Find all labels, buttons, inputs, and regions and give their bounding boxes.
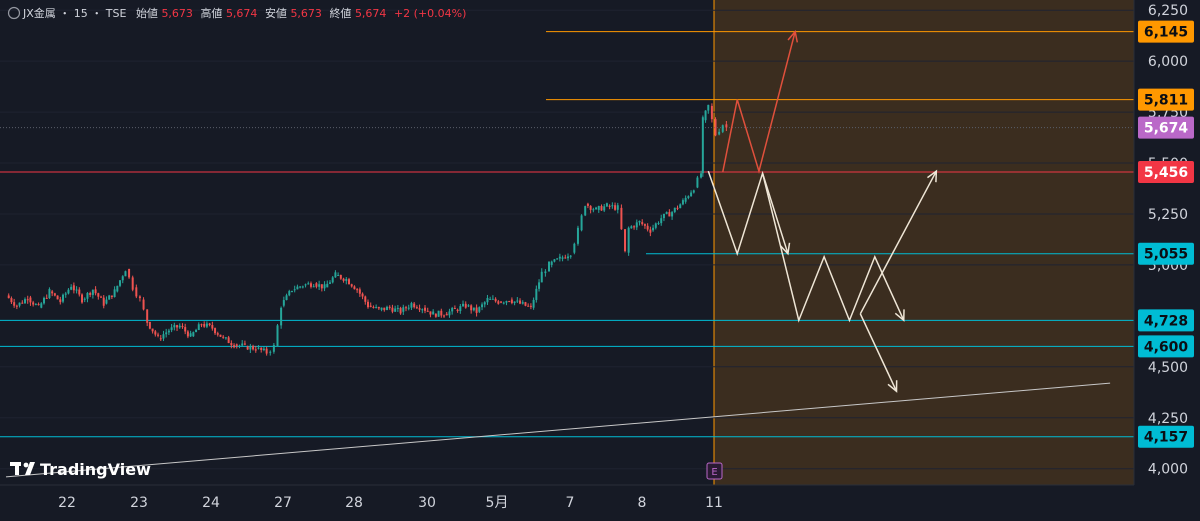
candle (276, 323, 279, 347)
candle (627, 226, 630, 256)
header-change: +2 (+0.04%) (394, 7, 466, 20)
price-badge: 5,811 (1138, 88, 1194, 111)
candle (548, 260, 550, 272)
price-badge: 4,157 (1138, 425, 1194, 448)
candle (48, 287, 51, 299)
price-badge-label: 4,728 (1144, 313, 1188, 329)
candle (108, 294, 111, 300)
price-badge: 5,055 (1138, 242, 1194, 265)
time-tick-label: 28 (345, 495, 363, 511)
candle (56, 295, 59, 300)
candle (81, 293, 84, 304)
price-tick-label: 4,000 (1148, 462, 1188, 478)
header-symbol: JX金属 (22, 6, 56, 20)
time-tick-label: 22 (58, 495, 76, 511)
candle (624, 229, 627, 253)
header-low-label: 安値 (265, 6, 287, 20)
candle (131, 275, 134, 292)
header-interval: 15 (74, 7, 88, 20)
candle (701, 115, 704, 177)
price-badge-label: 4,600 (1144, 339, 1189, 355)
time-tick-label: 11 (705, 495, 723, 511)
time-tick-label: 7 (566, 495, 575, 511)
candle (524, 301, 527, 307)
header-open-label: 始値 (136, 6, 158, 20)
candle (192, 331, 195, 337)
header-close-value: 5,674 (355, 7, 387, 20)
chart-root: 4,0004,2504,5005,0005,2505,5005,7506,000… (0, 0, 1200, 521)
header-high-value: 5,674 (226, 7, 258, 20)
header-sep-2: ・ (91, 7, 102, 20)
price-badge-label: 5,811 (1144, 93, 1188, 109)
projection-zone (714, 0, 1134, 485)
price-badge-label: 4,157 (1144, 430, 1188, 446)
price-tick-label: 4,500 (1148, 360, 1188, 376)
time-tick-label: 23 (130, 495, 148, 511)
time-tick-label: 27 (274, 495, 292, 511)
price-badge: 4,600 (1138, 335, 1194, 358)
candle (620, 204, 623, 230)
candle (128, 268, 131, 279)
candle (721, 124, 724, 134)
header-exchange: TSE (105, 7, 127, 20)
candle (714, 117, 717, 137)
candle (576, 225, 579, 246)
candle (148, 321, 151, 330)
time-tick-label: 5月 (486, 495, 509, 511)
candle (219, 334, 222, 337)
price-badge-label: 5,456 (1144, 165, 1188, 181)
candle (124, 270, 127, 277)
price-tick-label: 4,250 (1148, 411, 1188, 427)
price-chart[interactable]: 4,0004,2504,5005,0005,2505,5005,7506,000… (0, 0, 1200, 521)
header-sep-1: ・ (59, 7, 70, 20)
price-tick-label: 5,250 (1148, 207, 1188, 223)
candle (696, 175, 699, 189)
time-axis-panel[interactable] (0, 485, 1200, 521)
price-badge: 5,674 (1138, 116, 1194, 139)
price-badge: 5,456 (1138, 160, 1194, 183)
header-open-value: 5,673 (161, 7, 193, 20)
price-badge: 6,145 (1138, 20, 1194, 43)
time-tick-label: 24 (202, 495, 220, 511)
earnings-event-marker[interactable]: E (706, 462, 723, 480)
candle (580, 214, 583, 232)
price-badge-label: 6,145 (1144, 25, 1188, 41)
event-marker-label: E (711, 467, 717, 478)
candle (573, 242, 576, 255)
header-close-label: 終値 (329, 6, 351, 20)
candle (584, 205, 587, 217)
header-high-label: 高値 (200, 6, 222, 20)
price-badge-label: 5,055 (1144, 247, 1188, 263)
tradingview-logo-text: TradingView (40, 460, 151, 479)
time-tick-label: 30 (418, 495, 436, 511)
time-tick-label: 8 (638, 495, 647, 511)
price-badge-label: 5,674 (1144, 121, 1189, 137)
price-badge: 4,728 (1138, 309, 1194, 332)
candle (437, 310, 440, 317)
price-tick-label: 6,250 (1148, 3, 1188, 19)
header-line: JX金属 ・ 15 ・ TSE 始値 5,673 高値 5,674 安値 5,6… (22, 6, 466, 20)
header-low-value: 5,673 (290, 7, 322, 20)
symbol-header[interactable]: JX金属 ・ 15 ・ TSE 始値 5,673 高値 5,674 安値 5,6… (7, 6, 467, 20)
price-tick-label: 6,000 (1148, 54, 1188, 70)
